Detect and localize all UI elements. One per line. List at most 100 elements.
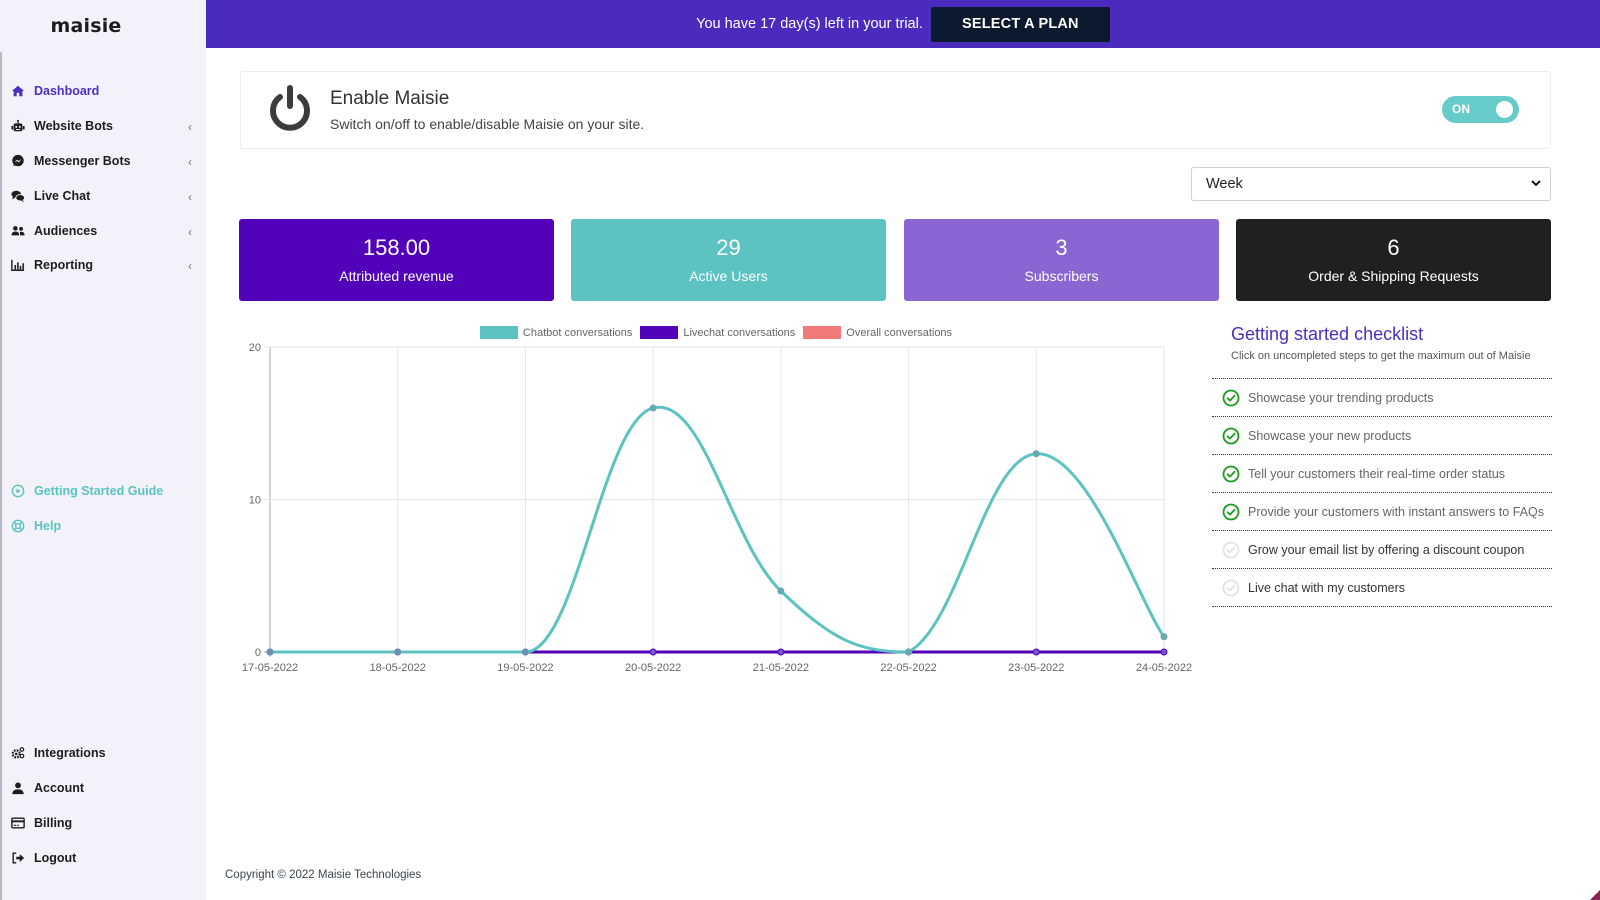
- x-tick-label: 22-05-2022: [880, 662, 936, 674]
- sidebar-item-label: Website Bots: [34, 119, 113, 133]
- stat-card-order-shipping-requests[interactable]: 6 Order & Shipping Requests: [1236, 219, 1551, 301]
- conversations-chart: Chatbot conversations Livechat conversat…: [236, 320, 1196, 680]
- checklist-item[interactable]: Showcase your trending products: [1212, 379, 1552, 417]
- check-circle-outline-icon: [1222, 579, 1240, 597]
- stat-card-subscribers[interactable]: 3 Subscribers: [904, 219, 1219, 301]
- sidebar: maisie Dashboard Website Bots ‹ Messenge…: [0, 0, 206, 900]
- sidebar-item-logout[interactable]: Logout: [10, 845, 200, 871]
- checklist-item[interactable]: Provide your customers with instant answ…: [1212, 493, 1552, 531]
- users-icon: [10, 223, 26, 239]
- checklist-item-label: Live chat with my customers: [1248, 581, 1405, 595]
- stat-value: 29: [716, 235, 741, 260]
- data-point: [266, 648, 274, 656]
- sidebar-item-reporting[interactable]: Reporting ‹: [10, 252, 200, 278]
- comments-icon: [10, 188, 26, 204]
- checklist-item[interactable]: Tell your customers their real-time orde…: [1212, 455, 1552, 493]
- checklist-item[interactable]: Showcase your new products: [1212, 417, 1552, 455]
- y-tick-label: 20: [249, 342, 261, 354]
- y-tick-label: 0: [255, 647, 261, 659]
- sidebar-item-account[interactable]: Account: [10, 775, 200, 801]
- time-range-select[interactable]: Week: [1191, 167, 1551, 201]
- sidebar-item-messenger-bots[interactable]: Messenger Bots ‹: [10, 148, 200, 174]
- sidebar-item-live-chat[interactable]: Live Chat ‹: [10, 183, 200, 209]
- user-icon: [10, 780, 26, 796]
- sidebar-item-audiences[interactable]: Audiences ‹: [10, 218, 200, 244]
- x-tick-label: 20-05-2022: [625, 662, 681, 674]
- sidebar-item-billing[interactable]: Billing: [10, 810, 200, 836]
- chevron-left-icon: ‹: [188, 259, 192, 273]
- checklist-item[interactable]: Live chat with my customers: [1212, 569, 1552, 607]
- data-point: [649, 404, 657, 412]
- sidebar-item-label: Dashboard: [34, 84, 100, 98]
- sidebar-item-label: Audiences: [34, 224, 98, 238]
- data-point: [394, 648, 401, 656]
- series-line-chatbot-conversations: [270, 405, 1166, 654]
- sidebar-item-label: Messenger Bots: [34, 154, 131, 168]
- time-range-value: Week: [1206, 176, 1243, 192]
- stat-card-active-users[interactable]: 29 Active Users: [571, 219, 886, 301]
- enable-toggle[interactable]: ON: [1442, 96, 1519, 123]
- check-circle-icon: [1222, 503, 1240, 521]
- data-point: [777, 587, 785, 595]
- toggle-knob: [1496, 101, 1513, 118]
- sidebar-item-help[interactable]: Help: [10, 513, 200, 539]
- data-point: [905, 648, 913, 656]
- checklist-item-label: Showcase your new products: [1248, 429, 1412, 443]
- sidebar-item-integrations[interactable]: Integrations: [10, 740, 200, 766]
- chevron-left-icon: ‹: [188, 120, 192, 134]
- checklist-title: Getting started checklist: [1231, 324, 1424, 344]
- stat-value: 6: [1387, 235, 1400, 260]
- window-corner: [1590, 890, 1600, 900]
- power-icon: [270, 85, 310, 131]
- sidebar-item-getting-started-guide[interactable]: Getting Started Guide: [10, 478, 200, 504]
- checklist-item-label: Provide your customers with instant answ…: [1248, 505, 1544, 519]
- check-circle-icon: [1222, 389, 1240, 407]
- credit-card-icon: [10, 815, 26, 831]
- check-circle-outline-icon: [1222, 541, 1240, 559]
- stat-card-attributed-revenue[interactable]: 158.00 Attributed revenue: [239, 219, 554, 301]
- x-tick-label: 23-05-2022: [1008, 662, 1064, 674]
- checklist-item[interactable]: Grow your email list by offering a disco…: [1212, 531, 1552, 569]
- chart-plot: 17-05-2022 18-05-2022 19-05-2022 20-05-2022…: [242, 342, 1192, 674]
- sidebar-item-label: Integrations: [34, 746, 106, 760]
- checklist-item-label: Showcase your trending products: [1248, 391, 1434, 405]
- data-point: [1160, 648, 1168, 656]
- enable-subtitle: Switch on/off to enable/disable Maisie o…: [330, 116, 645, 132]
- sidebar-item-label: Reporting: [34, 258, 94, 272]
- toggle-label: ON: [1452, 102, 1470, 116]
- data-point: [522, 648, 529, 656]
- x-tick-label: 19-05-2022: [497, 662, 553, 674]
- checklist-subtitle: Click on uncompleted steps to get the ma…: [1231, 350, 1531, 362]
- x-tick-label: 21-05-2022: [753, 662, 809, 674]
- checklist-item-label: Grow your email list by offering a disco…: [1248, 543, 1525, 557]
- trial-message: You have 17 day(s) left in your trial.: [696, 16, 923, 32]
- check-circle-icon: [1222, 427, 1240, 445]
- y-tick-label: 10: [249, 495, 261, 507]
- stat-label: Active Users: [689, 268, 768, 284]
- data-point: [777, 648, 785, 656]
- enable-maisie-card: Enable Maisie Switch on/off to enable/di…: [240, 71, 1551, 149]
- data-point: [1160, 633, 1168, 641]
- sidebar-item-label: Getting Started Guide: [34, 484, 164, 498]
- page-edge: [1589, 48, 1600, 900]
- bar-chart-icon: [10, 257, 26, 273]
- stat-value: 3: [1055, 235, 1068, 260]
- stat-label: Attributed revenue: [339, 268, 454, 284]
- sidebar-item-label: Billing: [34, 816, 73, 830]
- chevron-left-icon: ‹: [188, 225, 192, 239]
- chevron-left-icon: ‹: [188, 155, 192, 169]
- app-root: maisie Dashboard Website Bots ‹ Messenge…: [0, 0, 1600, 900]
- data-point: [1032, 648, 1040, 656]
- sidebar-item-label: Help: [34, 519, 62, 533]
- sidebar-item-website-bots[interactable]: Website Bots ‹: [10, 113, 200, 139]
- sidebar-item-dashboard[interactable]: Dashboard: [10, 78, 200, 104]
- checklist-items: Showcase your trending products Showcase …: [1212, 378, 1552, 607]
- x-tick-label: 17-05-2022: [242, 662, 298, 674]
- stat-label: Order & Shipping Requests: [1308, 268, 1479, 284]
- logo[interactable]: maisie: [50, 15, 121, 37]
- stat-value: 158.00: [362, 235, 431, 260]
- x-tick-label: 18-05-2022: [370, 662, 426, 674]
- life-ring-icon: [10, 518, 26, 534]
- sign-out-icon: [10, 850, 26, 866]
- select-plan-button[interactable]: SELECT A PLAN: [930, 6, 1110, 42]
